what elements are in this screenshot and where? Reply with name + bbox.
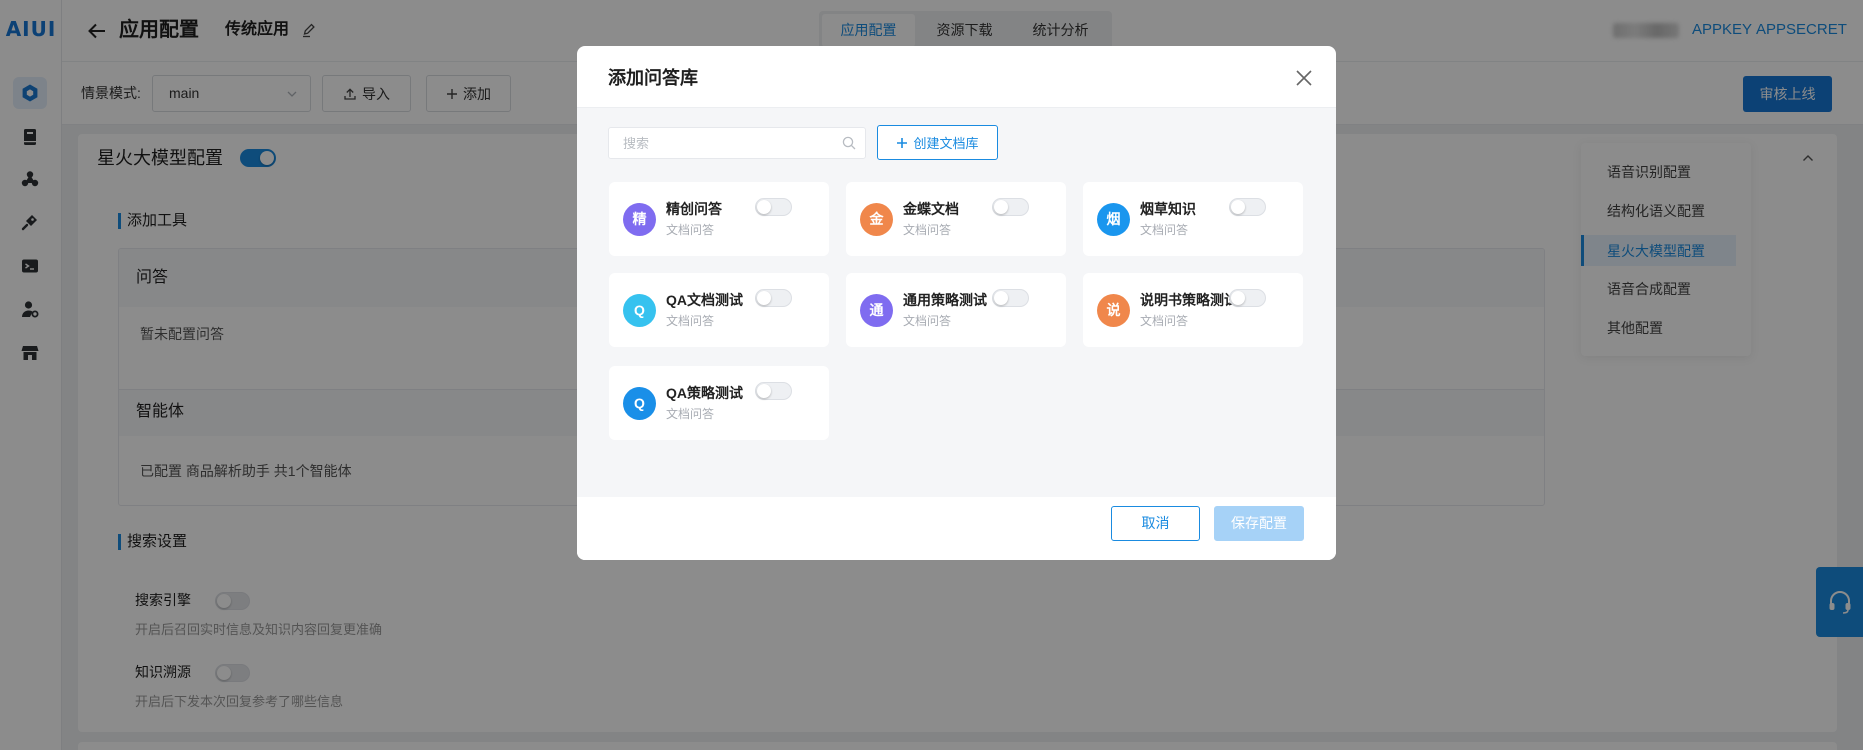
library-select-toggle[interactable] <box>1229 198 1266 216</box>
library-select-toggle[interactable] <box>755 198 792 216</box>
create-library-button[interactable]: 创建文档库 <box>877 125 998 160</box>
qa-library-card[interactable]: Q QA策略测试 文档问答 <box>609 366 829 440</box>
library-select-toggle[interactable] <box>992 289 1029 307</box>
qa-library-card[interactable]: Q QA文档测试 文档问答 <box>609 273 829 347</box>
library-avatar: 精 <box>623 203 656 236</box>
library-title: QA文档测试 <box>666 292 743 308</box>
qa-library-card[interactable]: 通 通用策略测试 文档问答 <box>846 273 1066 347</box>
toggle-knob <box>1231 291 1245 305</box>
library-search <box>608 127 866 159</box>
library-type: 文档问答 <box>666 223 715 237</box>
library-select-toggle[interactable] <box>1229 289 1266 307</box>
library-title: 精创问答 <box>666 201 722 217</box>
library-title: 金蝶文档 <box>903 201 959 217</box>
library-title: 烟草知识 <box>1140 201 1196 217</box>
toggle-knob <box>994 200 1008 214</box>
toggle-knob <box>757 200 771 214</box>
library-title: 通用策略测试 <box>903 292 987 308</box>
qa-library-card[interactable]: 金 金蝶文档 文档问答 <box>846 182 1066 256</box>
close-icon[interactable] <box>1294 68 1314 88</box>
search-icon[interactable] <box>842 136 856 150</box>
library-type: 文档问答 <box>666 407 715 421</box>
toggle-knob <box>757 291 771 305</box>
library-avatar: 烟 <box>1097 203 1130 236</box>
create-library-label: 创建文档库 <box>913 136 979 151</box>
library-select-toggle[interactable] <box>992 198 1029 216</box>
toggle-knob <box>1231 200 1245 214</box>
library-avatar: Q <box>623 294 656 327</box>
dialog-body: 创建文档库 精 精创问答 文档问答 金 金蝶文档 文档问答 烟 烟草知识 文档问… <box>577 108 1336 497</box>
save-config-button[interactable]: 保存配置 <box>1214 506 1304 541</box>
library-avatar: 金 <box>860 203 893 236</box>
library-title: 说明书策略测试 <box>1140 292 1238 308</box>
library-select-toggle[interactable] <box>755 289 792 307</box>
cancel-button[interactable]: 取消 <box>1111 506 1200 541</box>
dialog-title: 添加问答库 <box>608 68 698 88</box>
toggle-knob <box>994 291 1008 305</box>
qa-library-card[interactable]: 烟 烟草知识 文档问答 <box>1083 182 1303 256</box>
qa-library-card[interactable]: 精 精创问答 文档问答 <box>609 182 829 256</box>
library-avatar: 通 <box>860 294 893 327</box>
library-title: QA策略测试 <box>666 385 743 401</box>
library-select-toggle[interactable] <box>755 382 792 400</box>
toggle-knob <box>757 384 771 398</box>
library-type: 文档问答 <box>1140 314 1189 328</box>
library-type: 文档问答 <box>903 314 952 328</box>
library-type: 文档问答 <box>666 314 715 328</box>
library-avatar: Q <box>623 387 656 420</box>
qa-library-card[interactable]: 说 说明书策略测试 文档问答 <box>1083 273 1303 347</box>
library-type: 文档问答 <box>903 223 952 237</box>
library-search-input[interactable] <box>609 128 839 158</box>
plus-icon <box>896 137 908 149</box>
library-type: 文档问答 <box>1140 223 1189 237</box>
library-avatar: 说 <box>1097 294 1130 327</box>
dialog-header: 添加问答库 <box>577 46 1336 108</box>
dialog-footer: 取消 保存配置 <box>577 497 1336 560</box>
add-qa-library-dialog: 添加问答库 创建文档库 精 精创问答 文档问答 金 金蝶文档 文档问答 烟 烟草… <box>577 46 1336 560</box>
